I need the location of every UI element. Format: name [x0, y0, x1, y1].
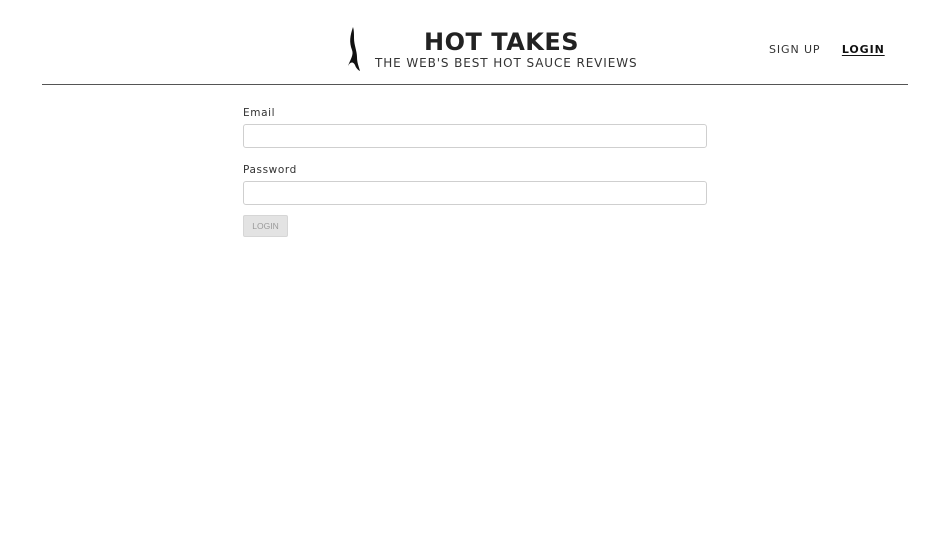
site-tagline: THE WEB'S BEST HOT SAUCE REVIEWS: [375, 56, 638, 70]
page: HOT TAKES THE WEB'S BEST HOT SAUCE REVIE…: [0, 0, 950, 534]
login-button[interactable]: LOGIN: [243, 215, 288, 237]
signup-link[interactable]: SIGN UP: [769, 43, 820, 56]
site-header: HOT TAKES THE WEB'S BEST HOT SAUCE REVIE…: [42, 0, 908, 85]
email-label: Email: [243, 107, 276, 119]
password-field[interactable]: [243, 181, 707, 205]
site-title: HOT TAKES: [424, 28, 580, 56]
password-label: Password: [243, 164, 297, 176]
login-form: Email Password LOGIN: [243, 106, 707, 237]
flame-icon: [348, 27, 360, 71]
email-field[interactable]: [243, 124, 707, 148]
brand[interactable]: HOT TAKES THE WEB'S BEST HOT SAUCE REVIE…: [342, 22, 637, 76]
login-link[interactable]: LOGIN: [842, 43, 885, 56]
top-nav: SIGN UP LOGIN: [769, 43, 885, 56]
